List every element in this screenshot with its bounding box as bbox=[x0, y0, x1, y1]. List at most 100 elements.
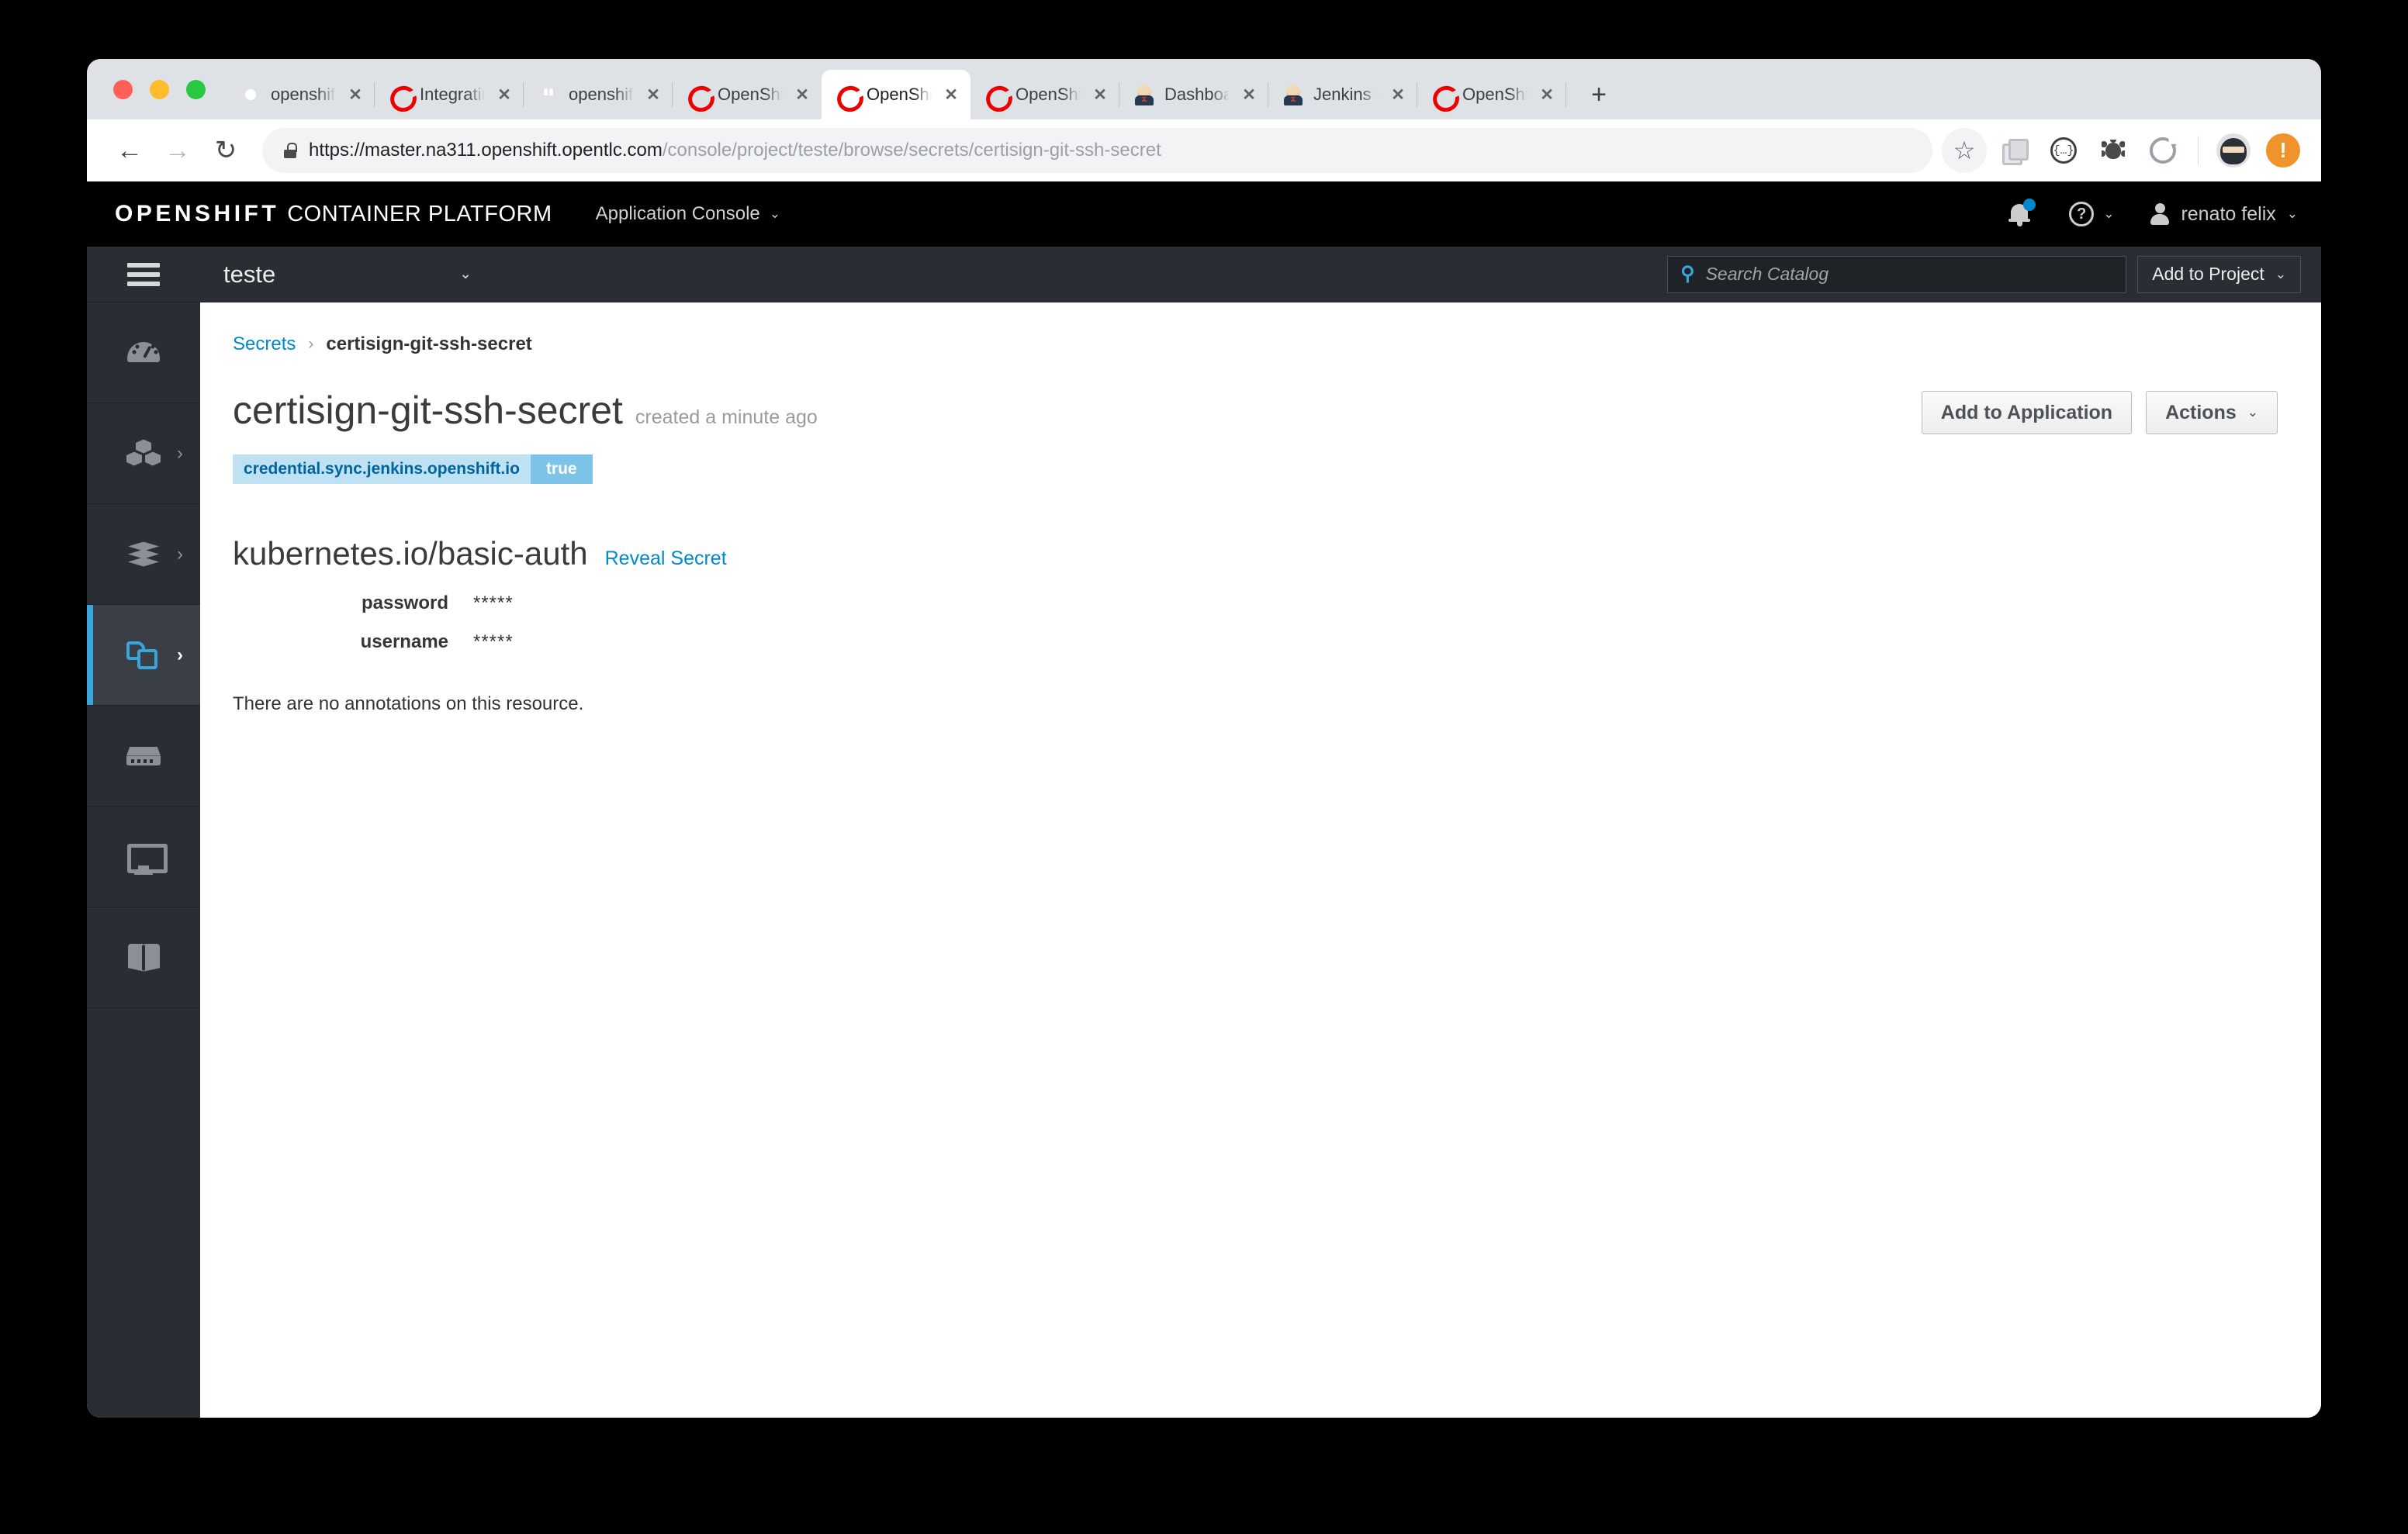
chevron-right-icon: › bbox=[177, 543, 183, 565]
close-tab-button[interactable]: ✕ bbox=[1239, 85, 1259, 105]
breadcrumb-link-secrets[interactable]: Secrets bbox=[233, 333, 296, 355]
tab-title: Jenkins » Cre bbox=[1313, 85, 1379, 104]
add-to-application-button[interactable]: Add to Application bbox=[1921, 391, 2133, 434]
ninja-avatar-icon[interactable] bbox=[2211, 128, 2256, 173]
openshift-icon bbox=[836, 84, 857, 105]
help-icon: ? bbox=[2069, 202, 2095, 226]
openshift-icon bbox=[389, 84, 410, 105]
disk-icon bbox=[125, 739, 162, 773]
chevron-down-icon: ⌄ bbox=[2103, 206, 2115, 221]
sidebar-item-overview[interactable] bbox=[87, 302, 200, 403]
address-bar[interactable]: https://master.na311.openshift.opentlc.c… bbox=[262, 128, 1932, 173]
json-viewer-icon[interactable]: {…} bbox=[2041, 128, 2086, 173]
close-window-button[interactable] bbox=[113, 79, 133, 99]
reload-extension-icon[interactable] bbox=[2140, 128, 2185, 173]
tab-title: OpenShift We bbox=[718, 85, 783, 104]
console-selector[interactable]: Application Console ⌄ bbox=[596, 203, 780, 225]
alert-badge-icon[interactable]: ! bbox=[2261, 128, 2306, 173]
toolbar-divider bbox=[2198, 136, 2199, 165]
reveal-secret-link[interactable]: Reveal Secret bbox=[605, 548, 727, 570]
openshift-logo[interactable]: OPENSHIFT CONTAINER PLATFORM bbox=[115, 201, 552, 227]
copies-icon bbox=[125, 638, 162, 672]
annotations-empty-message: There are no annotations on this resourc… bbox=[233, 693, 584, 714]
close-tab-button[interactable]: ✕ bbox=[1537, 85, 1557, 105]
sidebar-item-applications[interactable]: › bbox=[87, 403, 200, 504]
created-timestamp: created a minute ago bbox=[635, 406, 818, 428]
jenkins-icon bbox=[1133, 84, 1155, 105]
browser-tab[interactable]: openshift end ✕ bbox=[226, 70, 375, 119]
search-placeholder: Search Catalog bbox=[1705, 264, 1829, 284]
tabs-icon[interactable] bbox=[1991, 128, 2036, 173]
chevron-down-icon: ⌄ bbox=[2286, 206, 2298, 221]
browser-tab[interactable]: openshift/jenk ✕ bbox=[524, 70, 673, 119]
label-badge[interactable]: credential.sync.jenkins.openshift.io tru… bbox=[233, 454, 593, 484]
secret-entry-row: password ***** bbox=[233, 593, 2278, 614]
monitor-icon bbox=[125, 840, 168, 874]
app-body: › › › Secrets › certisign-git-ssh-secret… bbox=[87, 302, 2321, 1418]
star-icon[interactable]: ☆ bbox=[1942, 128, 1987, 173]
github-icon bbox=[538, 84, 559, 105]
chevron-right-icon: › bbox=[177, 442, 183, 464]
browser-tab-active[interactable]: OpenShift We ✕ bbox=[822, 70, 970, 119]
page-actions: Add to Application Actions ⌄ bbox=[1921, 391, 2278, 434]
sidebar-item-monitoring[interactable] bbox=[87, 807, 200, 907]
hamburger-icon bbox=[127, 262, 160, 286]
project-selector[interactable]: teste ⌄ bbox=[200, 261, 472, 288]
browser-tab[interactable]: Integrating Ex ✕ bbox=[375, 70, 524, 119]
label-key: credential.sync.jenkins.openshift.io bbox=[233, 454, 531, 484]
book-icon bbox=[125, 941, 162, 975]
browser-window: openshift end ✕ Integrating Ex ✕ openshi… bbox=[87, 59, 2321, 1418]
sidebar-item-resources[interactable]: › bbox=[87, 605, 200, 706]
close-tab-button[interactable]: ✕ bbox=[941, 85, 961, 105]
chevron-right-icon: › bbox=[308, 335, 314, 353]
alert-badge-label: ! bbox=[2266, 133, 2300, 168]
gauge-icon bbox=[125, 336, 162, 370]
close-tab-button[interactable]: ✕ bbox=[494, 85, 514, 105]
close-tab-button[interactable]: ✕ bbox=[643, 85, 663, 105]
secret-type: kubernetes.io/basic-auth bbox=[233, 535, 588, 572]
user-icon bbox=[2150, 203, 2170, 225]
browser-tab[interactable]: OpenShift We ✕ bbox=[673, 70, 822, 119]
user-menu[interactable]: renato felix ⌄ bbox=[2150, 203, 2298, 226]
maximize-window-button[interactable] bbox=[186, 79, 206, 99]
project-bar: teste ⌄ ⚲ Search Catalog Add to Project … bbox=[87, 247, 2321, 302]
json-viewer-label: {…} bbox=[2050, 137, 2077, 164]
actions-button[interactable]: Actions ⌄ bbox=[2146, 391, 2278, 434]
close-tab-button[interactable]: ✕ bbox=[1388, 85, 1408, 105]
console-selector-label: Application Console bbox=[595, 203, 760, 224]
minimize-window-button[interactable] bbox=[150, 79, 169, 99]
openshift-icon bbox=[984, 84, 1006, 105]
close-tab-button[interactable]: ✕ bbox=[1090, 85, 1110, 105]
add-to-project-button[interactable]: Add to Project ⌄ bbox=[2137, 255, 2301, 293]
chevron-down-icon: ⌄ bbox=[459, 266, 472, 282]
help-menu[interactable]: ? ⌄ bbox=[2069, 202, 2114, 226]
secret-type-header: kubernetes.io/basic-auth Reveal Secret bbox=[233, 535, 2278, 572]
tab-title: Dashboard [J bbox=[1164, 85, 1230, 104]
window-traffic-lights bbox=[107, 59, 226, 119]
close-tab-button[interactable]: ✕ bbox=[792, 85, 812, 105]
sidebar-item-storage[interactable] bbox=[87, 706, 200, 807]
sidebar-item-builds[interactable]: › bbox=[87, 504, 200, 605]
browser-tab-strip: openshift end ✕ Integrating Ex ✕ openshi… bbox=[87, 59, 2321, 119]
sidebar-item-catalog[interactable] bbox=[87, 907, 200, 1008]
browser-tab[interactable]: OpenShift We ✕ bbox=[1417, 70, 1566, 119]
reload-button[interactable]: ↻ bbox=[202, 126, 250, 174]
secret-entries: password ***** username ***** bbox=[233, 593, 2278, 653]
tab-title: Integrating Ex bbox=[420, 85, 485, 104]
browser-tab[interactable]: Jenkins » Cre ✕ bbox=[1268, 70, 1417, 119]
search-input[interactable]: ⚲ Search Catalog bbox=[1667, 255, 2127, 293]
url-path: /console/project/teste/browse/secrets/ce… bbox=[662, 140, 1161, 161]
cubes-icon bbox=[125, 437, 162, 471]
close-tab-button[interactable]: ✕ bbox=[345, 85, 365, 105]
back-button[interactable]: ← bbox=[106, 126, 154, 174]
menu-toggle-button[interactable] bbox=[87, 247, 200, 302]
bell-icon[interactable] bbox=[2007, 199, 2036, 227]
browser-tab[interactable]: OpenShift We ✕ bbox=[970, 70, 1119, 119]
bug-icon[interactable] bbox=[2091, 128, 2136, 173]
page-header: certisign-git-ssh-secret created a minute… bbox=[233, 391, 2278, 434]
actions-label: Actions bbox=[2165, 401, 2237, 423]
forward-button[interactable]: → bbox=[154, 126, 202, 174]
new-tab-button[interactable]: + bbox=[1577, 73, 1621, 116]
browser-tab[interactable]: Dashboard [J ✕ bbox=[1119, 70, 1268, 119]
browser-toolbar: ← → ↻ https://master.na311.openshift.ope… bbox=[87, 119, 2321, 181]
